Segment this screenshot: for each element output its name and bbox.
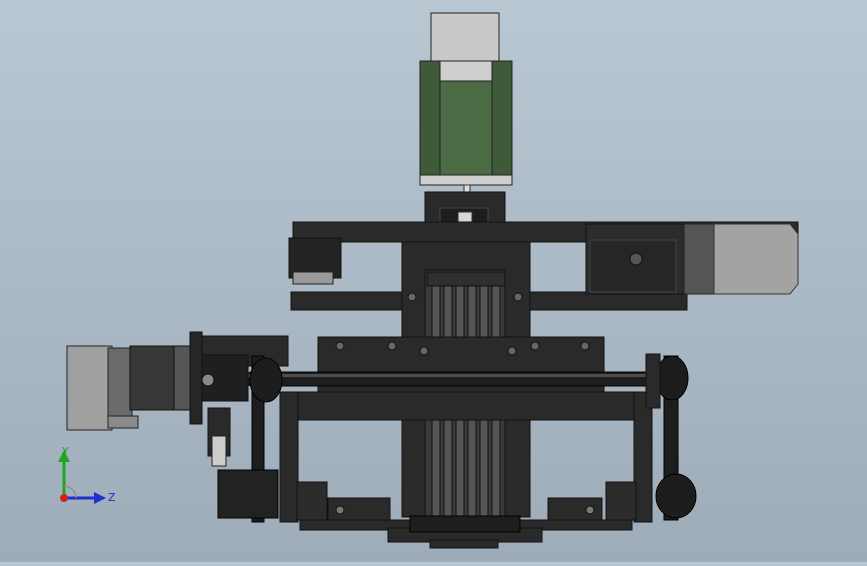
z-axis-head: [94, 492, 106, 504]
assembly-drawing: [66, 12, 799, 549]
coordinate-triad: Y Z: [58, 445, 116, 504]
top-stepper-motor-icon[interactable]: [419, 12, 513, 194]
x-axis-origin: [60, 494, 68, 502]
shaft-icon[interactable]: [245, 371, 657, 387]
y-axis-label: Y: [61, 445, 69, 458]
cad-viewport[interactable]: Y Z: [0, 0, 867, 562]
z-axis-label: Z: [108, 491, 116, 504]
right-belt-drive[interactable]: [645, 353, 697, 521]
right-stepper-motor-icon[interactable]: [585, 223, 799, 295]
